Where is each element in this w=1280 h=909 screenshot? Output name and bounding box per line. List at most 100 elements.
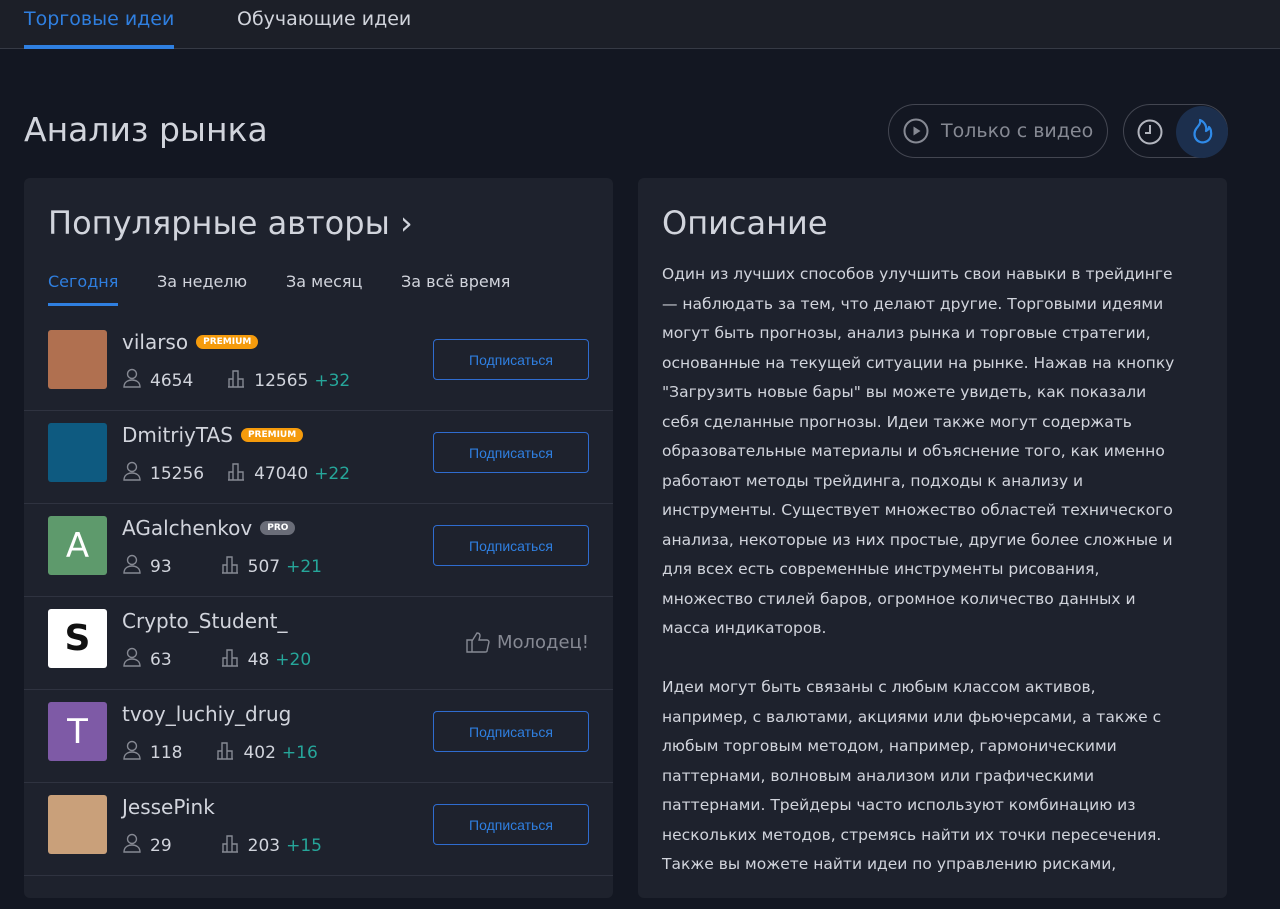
avatar[interactable] xyxy=(48,795,107,854)
subscribe-button[interactable]: Подписаться xyxy=(433,339,589,380)
tab-trading-ideas[interactable]: Торговые идеи xyxy=(24,8,175,49)
page-title: Анализ рынка xyxy=(24,110,268,149)
well-done-label: Молодец! xyxy=(465,630,589,654)
description-line: паттернами. Трейдеры часто используют ко… xyxy=(662,796,1136,814)
ideas-delta: +16 xyxy=(281,742,318,763)
ideas-icon xyxy=(220,647,240,672)
play-circle-icon xyxy=(903,118,929,144)
ideas-delta: +15 xyxy=(286,835,322,856)
avatar-initial: A xyxy=(65,525,90,566)
ideas-delta: +21 xyxy=(286,556,322,577)
followers-count: 118 xyxy=(150,742,183,763)
description-line: для всех есть современные инструменты ри… xyxy=(662,560,1100,578)
user-icon xyxy=(122,833,142,858)
description-line: паттернами, волновым анализом или графич… xyxy=(662,766,1095,785)
description-line: например, с валютами, акциями или фьючер… xyxy=(662,707,1162,726)
ideas-count: 48 xyxy=(247,649,270,670)
author-badge: PRO xyxy=(260,521,296,535)
tab-educational-ideas[interactable]: Обучающие идеи xyxy=(237,8,411,49)
subscribe-button[interactable]: Подписаться xyxy=(433,804,589,845)
ideas-count: 402 xyxy=(243,742,276,763)
popular-authors-card: Популярные авторы › Сегодня За неделю За… xyxy=(24,178,613,898)
description-paragraph: Один из лучших способов улучшить свои на… xyxy=(662,260,1174,644)
description-line: Также вы можете найти идеи по управлению… xyxy=(662,855,1117,873)
ideas-icon xyxy=(220,554,240,579)
avatar[interactable] xyxy=(48,330,107,389)
description-line: — наблюдать за тем, что делают другие. Т… xyxy=(662,294,1164,313)
followers-count: 93 xyxy=(150,556,172,577)
author-name[interactable]: AGalchenkov xyxy=(122,516,252,540)
author-row: A AGalchenkov PRO 93 507 +21 Подписаться xyxy=(24,504,613,597)
ideas-icon xyxy=(215,740,235,765)
description-line: себя сделанные прогнозы. Идеи также могу… xyxy=(662,412,1132,431)
video-only-filter-button[interactable]: Только с видео xyxy=(888,104,1108,158)
avatar-initial: S xyxy=(48,609,107,668)
author-name[interactable]: tvoy_luchiy_drug xyxy=(122,702,291,726)
ideas-icon xyxy=(220,833,240,858)
description-card: Описание Один из лучших способов улучшит… xyxy=(638,178,1227,898)
author-row: vilarso PREMIUM 4654 12565 +32 Подписаться xyxy=(24,318,613,411)
avatar-initial: T xyxy=(67,711,88,752)
user-icon xyxy=(122,554,142,579)
thumbs-up-icon xyxy=(466,632,490,653)
ideas-icon xyxy=(226,368,246,393)
description-line: нескольких методов, стремясь найти их то… xyxy=(662,825,1162,844)
description-line: основанные на текущей ситуации на рынке.… xyxy=(662,353,1175,372)
description-line: множество стилей баров, огромное количес… xyxy=(662,589,1136,608)
avatar[interactable]: T xyxy=(48,702,107,761)
description-line: могут быть прогнозы, анализ рынка и торг… xyxy=(662,324,1151,342)
description-line: Идеи могут быть связаны с любым классом … xyxy=(662,678,1096,696)
avatar[interactable] xyxy=(48,423,107,482)
author-name[interactable]: JessePink xyxy=(122,795,215,819)
description-line: масса индикаторов. xyxy=(662,619,827,637)
avatar[interactable]: S xyxy=(48,609,107,668)
followers-count: 63 xyxy=(150,649,172,670)
clock-icon[interactable] xyxy=(1136,118,1164,146)
author-name[interactable]: Crypto_Student_ xyxy=(122,609,288,633)
author-badge: PREMIUM xyxy=(196,335,259,349)
avatar[interactable]: A xyxy=(48,516,107,575)
description-line: "Загрузить новые бары" вы можете увидеть… xyxy=(662,383,1147,401)
description-line: любым торговым методом, например, гармон… xyxy=(662,737,1117,755)
description-line: работают методы трейдинга, подходы к ана… xyxy=(662,471,1084,490)
followers-count: 15256 xyxy=(150,463,205,484)
user-icon xyxy=(122,461,142,486)
ideas-count: 47040 xyxy=(254,463,309,484)
video-only-label: Только с видео xyxy=(941,120,1094,142)
subscribe-button[interactable]: Подписаться xyxy=(433,711,589,752)
ideas-count: 203 xyxy=(247,835,281,856)
author-row: Ttvoy_luchiy_drug 118 402 +16 Подписаться xyxy=(24,690,613,783)
period-tab-today[interactable]: Сегодня xyxy=(48,272,119,306)
fire-icon xyxy=(1193,118,1213,144)
user-icon xyxy=(122,368,142,393)
ideas-delta: +20 xyxy=(275,649,312,670)
period-tab-all-time[interactable]: За всё время xyxy=(401,272,510,306)
top-tabs: Торговые идеи Обучающие идеи xyxy=(0,0,1280,49)
description-line: образовательные материалы и объяснение т… xyxy=(662,442,1165,460)
sort-toggle xyxy=(1123,104,1228,158)
period-tab-month[interactable]: За месяц xyxy=(286,272,362,306)
ideas-count: 507 xyxy=(247,556,281,577)
user-icon xyxy=(122,740,142,765)
description-paragraph: Идеи могут быть связаны с любым классом … xyxy=(662,673,1174,880)
popular-sort-button[interactable] xyxy=(1176,106,1228,158)
popular-authors-title[interactable]: Популярные авторы › xyxy=(48,204,413,242)
description-line: Один из лучших способов улучшить свои на… xyxy=(662,265,1173,283)
ideas-count: 12565 xyxy=(254,370,309,391)
author-row: DmitriyTAS PREMIUM 15256 47040 +22 Подписатьс… xyxy=(24,411,613,504)
author-name[interactable]: DmitriyTAS xyxy=(122,423,233,447)
followers-count: 4654 xyxy=(150,370,194,391)
ideas-icon xyxy=(226,461,246,486)
author-row: JessePink 29 203 +15 Подписаться xyxy=(24,783,613,876)
followers-count: 29 xyxy=(150,835,172,856)
period-tab-week[interactable]: За неделю xyxy=(157,272,247,306)
ideas-delta: +32 xyxy=(314,370,351,391)
author-row: S Crypto_Student_ 63 48 +20 Молодец! xyxy=(24,597,613,690)
description-line: инструменты. Существует множество област… xyxy=(662,501,1173,519)
user-icon xyxy=(122,647,142,672)
subscribe-button[interactable]: Подписаться xyxy=(433,432,589,473)
description-title: Описание xyxy=(662,204,828,242)
author-name[interactable]: vilarso xyxy=(122,330,188,354)
subscribe-button[interactable]: Подписаться xyxy=(433,525,589,566)
ideas-delta: +22 xyxy=(314,463,351,484)
